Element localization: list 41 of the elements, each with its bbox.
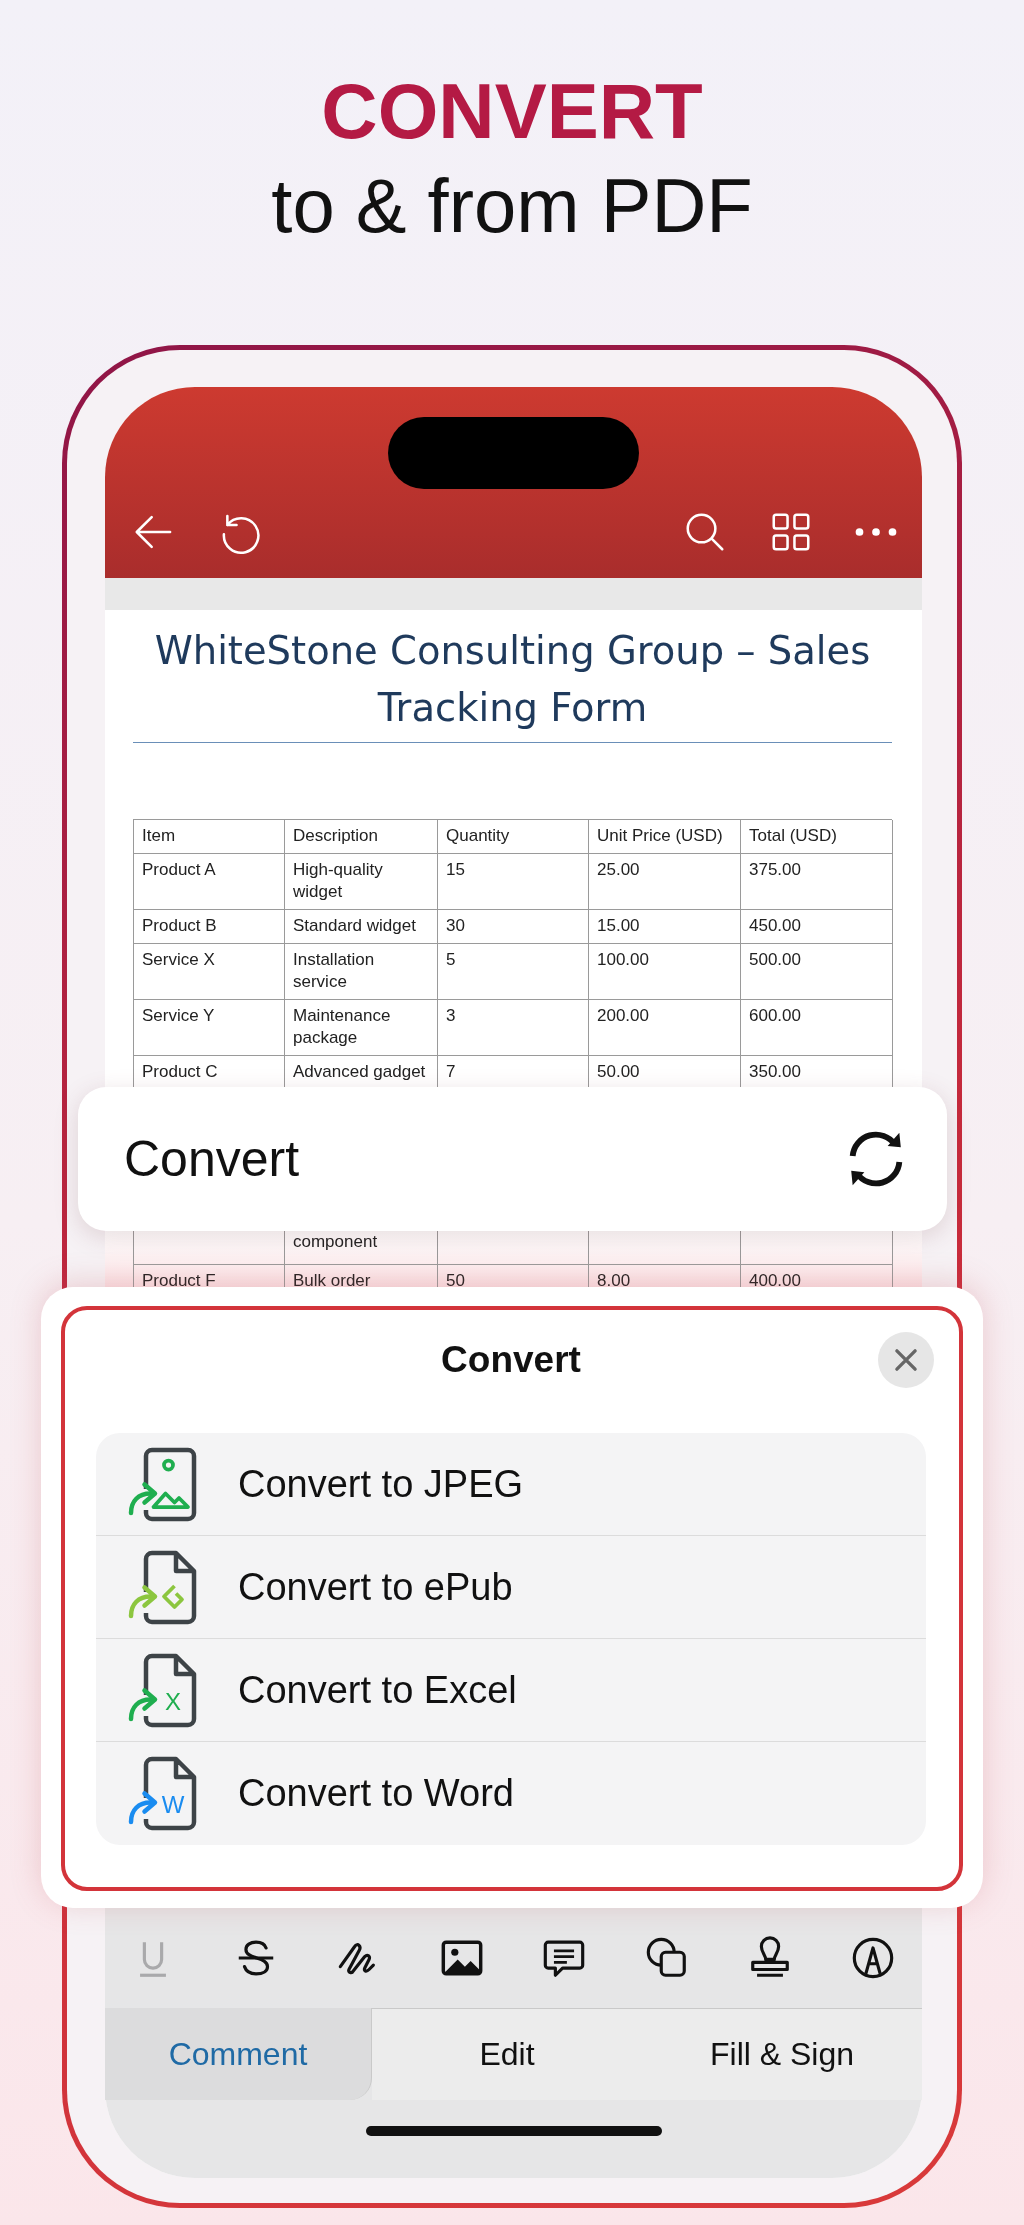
document-title: WhiteStone Consulting Group – Sales Tracking Form (153, 627, 872, 732)
table-cell: Quantity (438, 820, 589, 854)
table-cell: Product B (134, 910, 285, 944)
close-icon (893, 1347, 919, 1373)
table-cell: Total (USD) (741, 820, 893, 854)
table-cell: 25.00 (589, 854, 741, 910)
table-cell: High-quality widget (285, 854, 438, 910)
table-cell: 5 (438, 944, 589, 1000)
headline-title: CONVERT (321, 66, 703, 156)
table-cell: Service Y (134, 1000, 285, 1056)
convert-option[interactable]: W Convert to Word (96, 1742, 926, 1845)
table-cell: Service X (134, 944, 285, 1000)
table-cell: 500.00 (741, 944, 893, 1000)
tab[interactable]: Fill & Sign (642, 2008, 922, 2100)
table-cell: Maintenance package (285, 1000, 438, 1056)
table-cell: Item (134, 820, 285, 854)
table-cell: Description (285, 820, 438, 854)
sheet-title: Convert (441, 1339, 581, 1381)
table-cell: 450.00 (741, 910, 893, 944)
convert-option[interactable]: Convert to ePub (96, 1536, 926, 1639)
table-cell: Installation service (285, 944, 438, 1000)
convert-label: Convert (124, 1130, 300, 1188)
table-cell: Standard widget (285, 910, 438, 944)
table-cell: 15.00 (589, 910, 741, 944)
table-cell: 200.00 (589, 1000, 741, 1056)
table-cell: 15 (438, 854, 589, 910)
table-cell: 100.00 (589, 944, 741, 1000)
convert-option[interactable]: X Convert to Excel (96, 1639, 926, 1742)
convert-card[interactable]: Convert (78, 1087, 947, 1231)
tab[interactable]: Edit (372, 2008, 642, 2100)
close-button[interactable] (878, 1332, 934, 1388)
table-cell: 3 (438, 1000, 589, 1056)
table-cell: 600.00 (741, 1000, 893, 1056)
convert-option[interactable]: Convert to JPEG (96, 1433, 926, 1536)
table-cell: 30 (438, 910, 589, 944)
headline-subtitle: to & from PDF (271, 162, 753, 250)
table-cell: Unit Price (USD) (589, 820, 741, 854)
table-cell: 375.00 (741, 854, 893, 910)
tab[interactable]: Comment (105, 2008, 372, 2100)
table-cell: component (285, 1231, 438, 1265)
table-cell: Product A (134, 854, 285, 910)
